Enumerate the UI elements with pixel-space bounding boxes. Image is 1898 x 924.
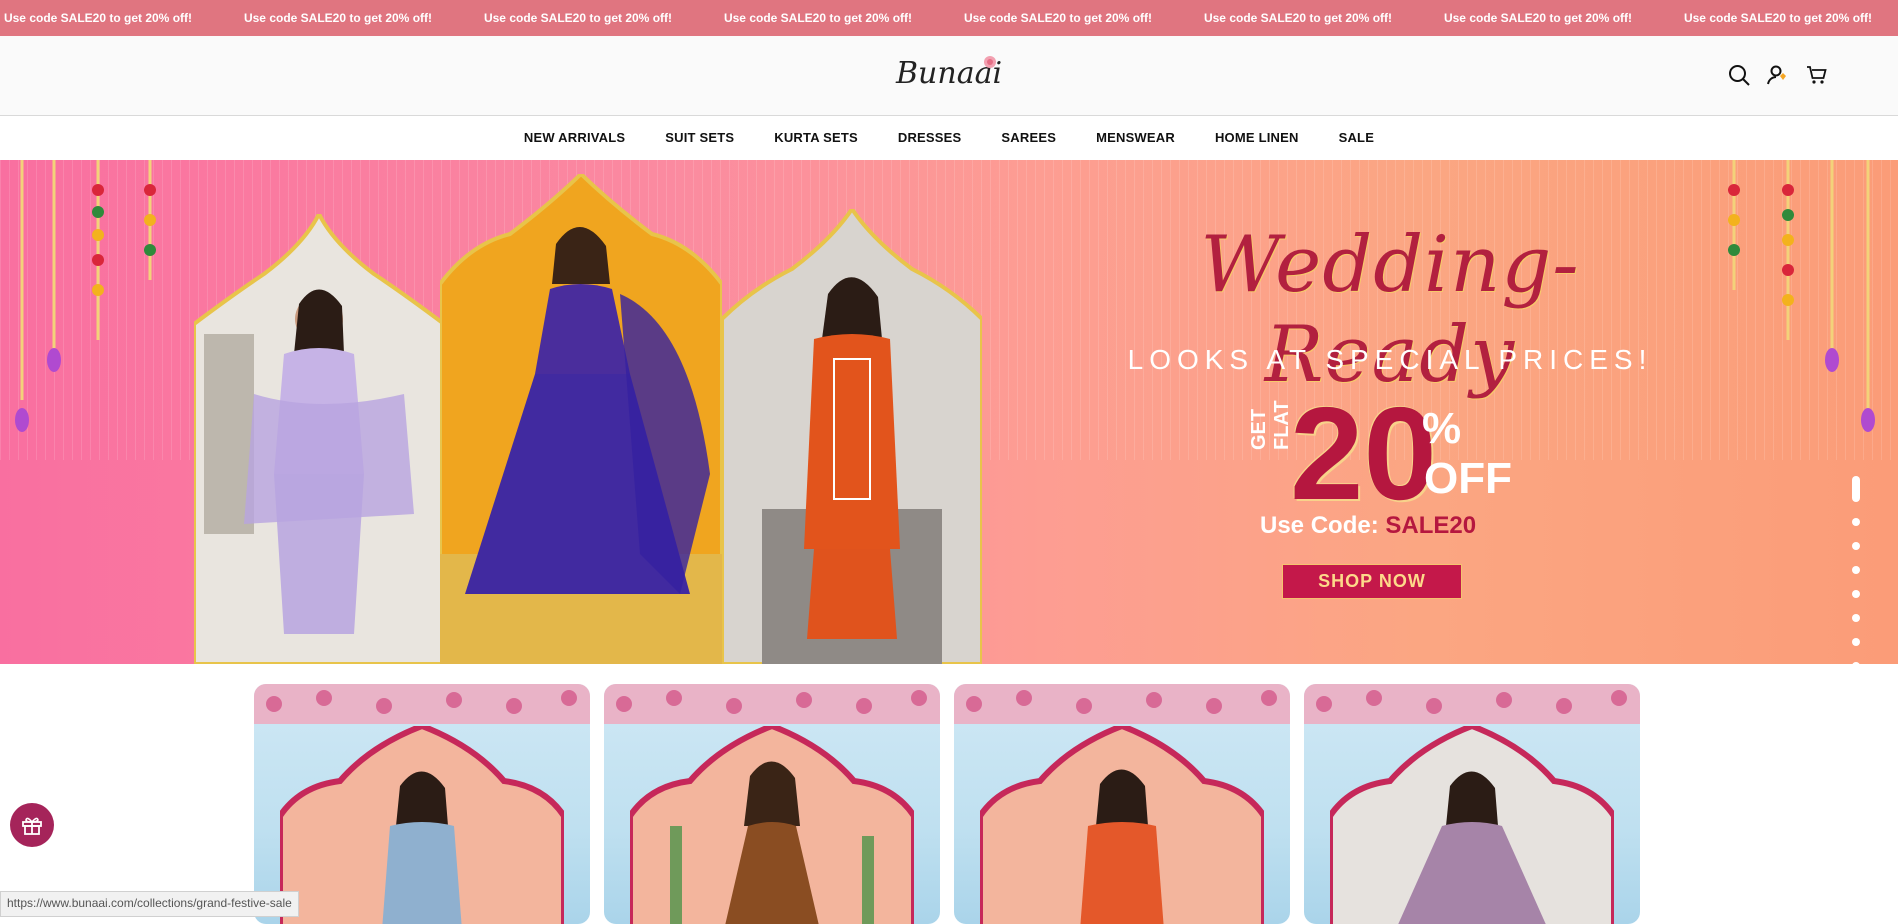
announcement-text: Use code SALE20 to get 20% off! [1203,11,1393,25]
category-tile[interactable] [254,684,590,924]
garland-decoration-left [15,160,156,432]
hero-off-label: OFF [1424,454,1512,503]
nav-item-sale[interactable]: SALE [1339,130,1374,145]
site-header: Bunaai [0,36,1898,116]
category-tile[interactable] [604,684,940,924]
slider-dot[interactable] [1852,542,1860,550]
hero-banner[interactable]: Wedding-Ready LOOKS AT SPECIAL PRICES! G… [0,160,1898,664]
announcement-text: Use code SALE20 to get 20% off! [483,11,673,25]
announcement-text: Use code SALE20 to get 20% off! [963,11,1153,25]
cart-icon[interactable] [1804,62,1830,88]
hero-discount-number: 20 [1290,380,1437,527]
model-image-orange-saree [980,726,1264,924]
account-icon[interactable] [1764,62,1790,88]
hero-promo-code: Use Code: SALE20 [1260,512,1476,540]
model-image-purple-anarkali [440,174,722,664]
slider-dot[interactable] [1852,476,1860,502]
slider-dot[interactable] [1852,638,1860,646]
announcement-text: Use code SALE20 to get 20% off! [1683,11,1873,25]
slider-dot[interactable] [1852,662,1860,664]
nav-item-new-arrivals[interactable]: NEW ARRIVALS [524,130,625,145]
slider-dot[interactable] [1852,566,1860,574]
floral-border-decoration [954,684,1290,724]
brand-logo[interactable]: Bunaai [896,54,1006,98]
floral-border-decoration [254,684,590,724]
announcement-text: Use code SALE20 to get 20% off! [1443,11,1633,25]
hero-code-label: Use Code: [1260,512,1386,539]
main-nav: NEW ARRIVALS SUIT SETS KURTA SETS DRESSE… [0,116,1898,159]
gift-icon [22,817,42,835]
model-image-brown-dress [630,726,914,924]
nav-item-sarees[interactable]: SAREES [1001,130,1056,145]
category-tile[interactable] [954,684,1290,924]
garland-decoration-right [1728,160,1875,432]
announcement-text: Use code SALE20 to get 20% off! [3,11,193,25]
model-image-mauve-anarkali [1330,726,1614,924]
nav-item-kurta-sets[interactable]: KURTA SETS [774,130,858,145]
hero-code-value: SALE20 [1385,512,1477,539]
slider-dot[interactable] [1852,590,1860,598]
model-image-blue-kurta [280,726,564,924]
announcement-text: Use code SALE20 to get 20% off! [723,11,913,25]
logo-flower-icon [984,56,996,68]
search-icon[interactable] [1726,62,1752,88]
slider-pagination [1852,476,1862,664]
gift-rewards-button[interactable] [10,803,54,847]
nav-item-home-linen[interactable]: HOME LINEN [1215,130,1299,145]
slider-dot[interactable] [1852,518,1860,526]
model-image-orange-kurta [722,209,982,664]
announcement-track: Use code SALE20 to get 20% off! Use code… [0,0,1898,36]
status-bar-url: https://www.bunaai.com/collections/grand… [0,891,299,917]
hero-get-flat-label: GET FLAT [1248,400,1293,450]
floral-border-decoration [1304,684,1640,724]
nav-item-menswear[interactable]: MENSWEAR [1096,130,1175,145]
hero-subtitle: LOOKS AT SPECIAL PRICES! [1127,344,1653,375]
model-image-lavender-suit [194,214,444,664]
nav-item-dresses[interactable]: DRESSES [898,130,962,145]
floral-border-decoration [604,684,940,724]
nav-item-suit-sets[interactable]: SUIT SETS [665,130,734,145]
category-tile[interactable] [1304,684,1640,924]
hero-percent-sign: % [1422,404,1462,453]
announcement-text: Use code SALE20 to get 20% off! [243,11,433,25]
shop-now-button[interactable]: SHOP NOW [1282,564,1462,599]
slider-dot[interactable] [1852,614,1860,622]
announcement-bar: Use code SALE20 to get 20% off! Use code… [0,0,1898,36]
